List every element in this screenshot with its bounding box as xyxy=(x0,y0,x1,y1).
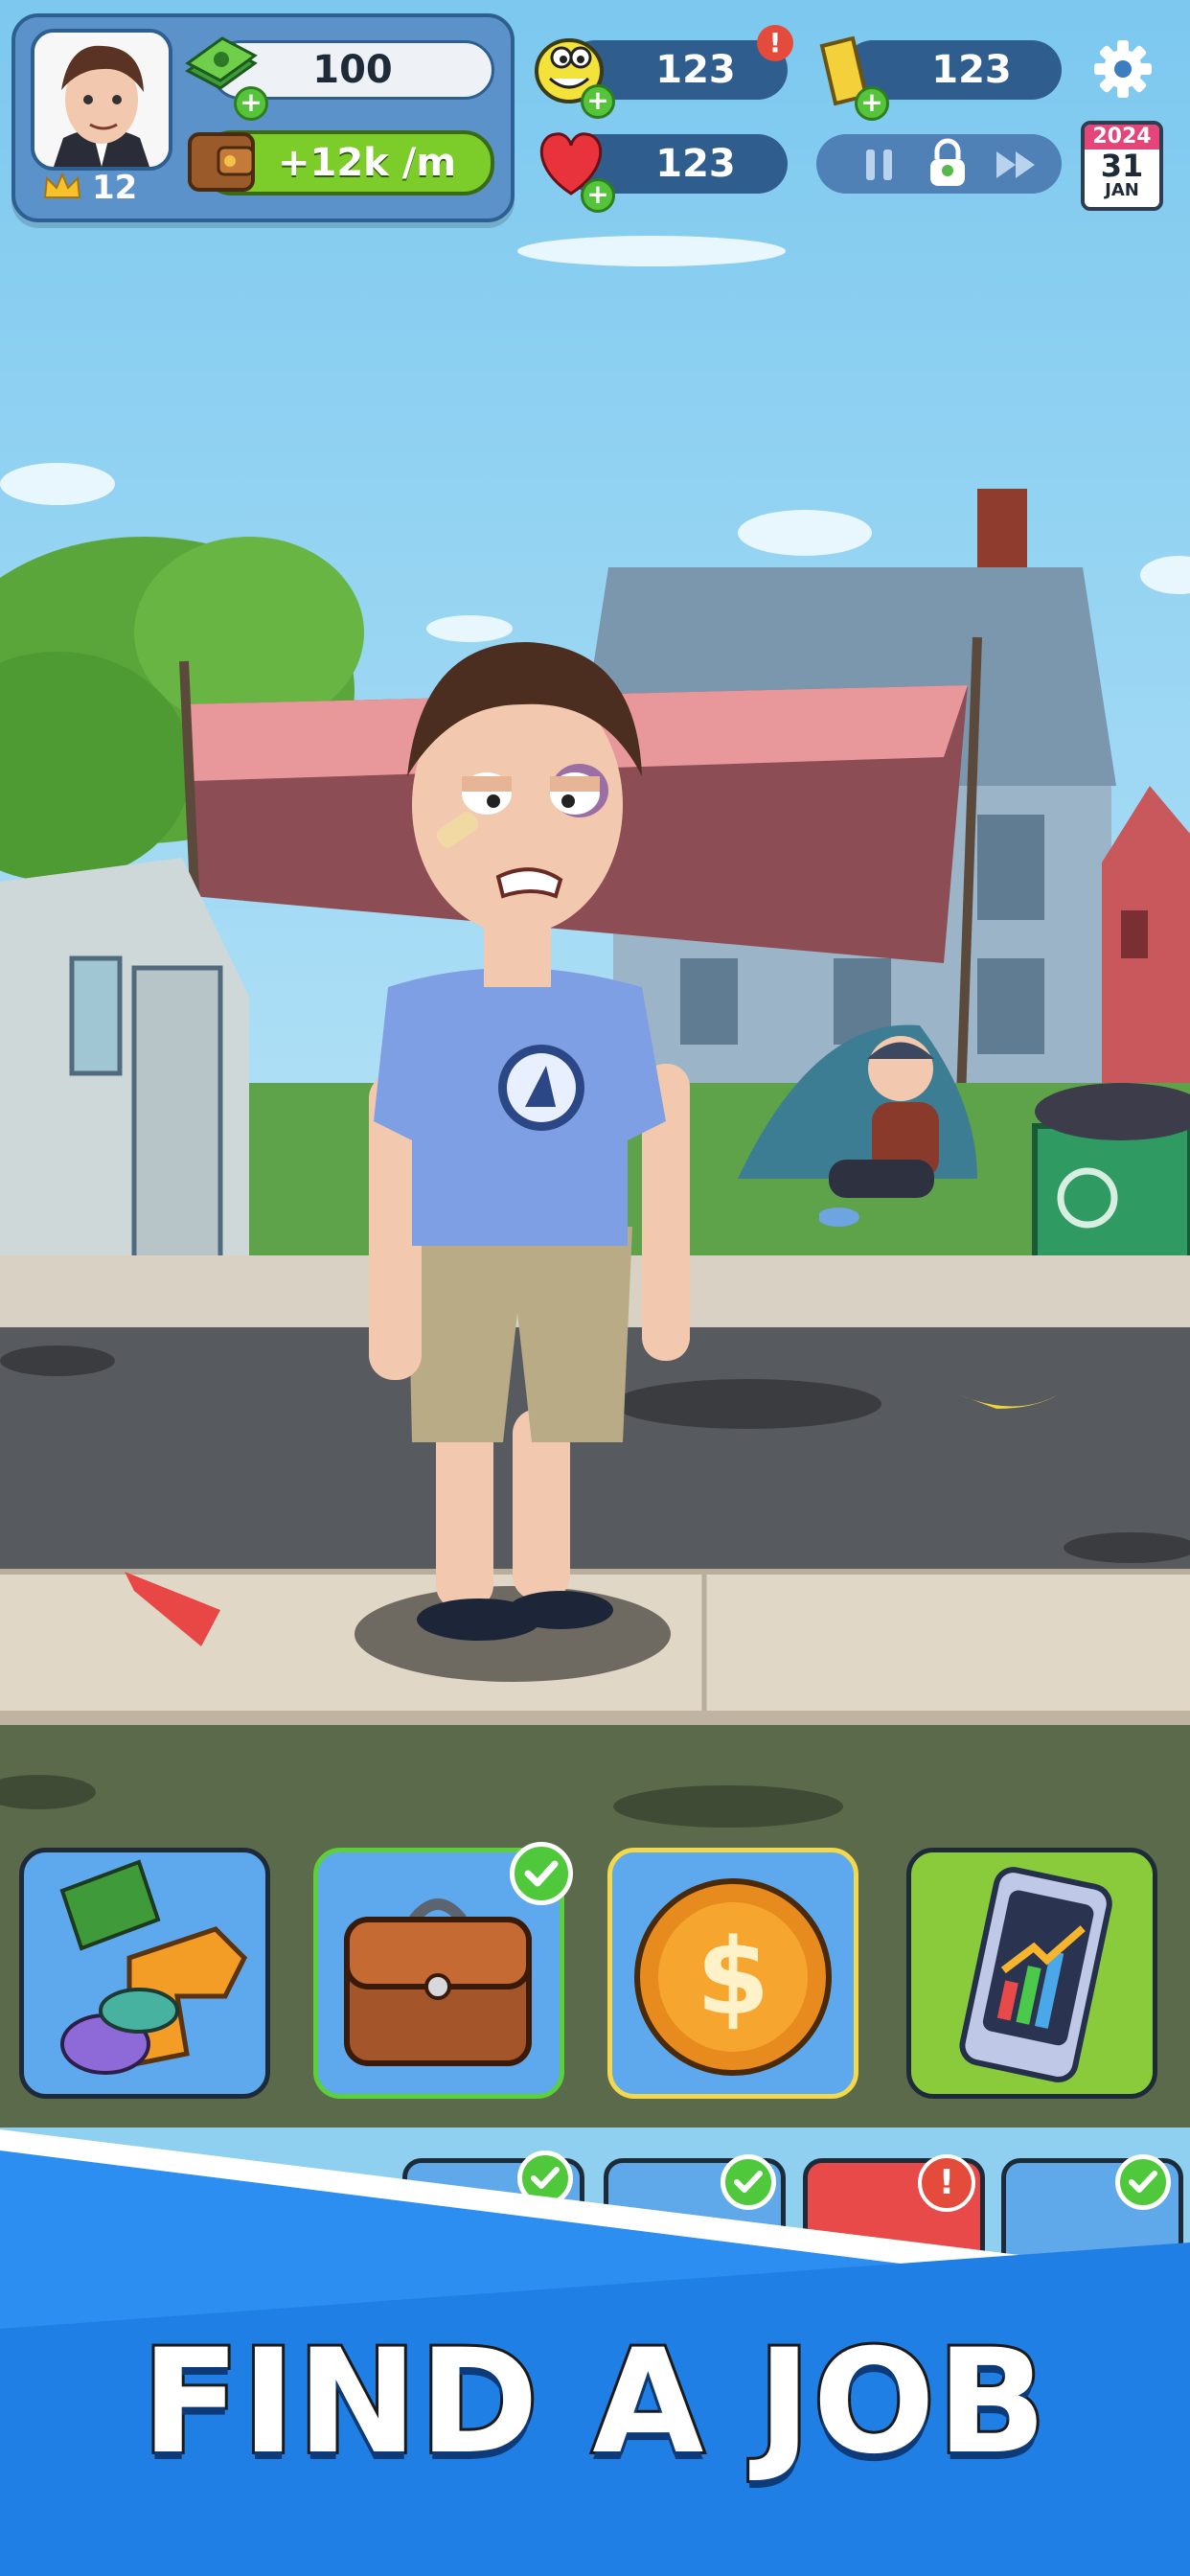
phone-chart-icon xyxy=(959,1867,1112,2082)
crown-icon xyxy=(43,172,81,199)
ticket-value: 123 xyxy=(931,48,1012,92)
settings-gear-icon[interactable] xyxy=(1092,38,1154,100)
add-health-icon[interactable]: + xyxy=(581,178,615,213)
health-value: 123 xyxy=(655,142,736,186)
svg-text:$: $ xyxy=(697,1916,770,2038)
lock-icon[interactable] xyxy=(926,136,970,190)
smile-value: 123 xyxy=(655,48,736,92)
avatar[interactable] xyxy=(31,29,172,171)
avatar-face-icon xyxy=(34,33,169,167)
shed xyxy=(0,858,249,1313)
job-tile-coin[interactable]: $ xyxy=(607,1848,858,2099)
checkmark-icon xyxy=(510,1842,573,1905)
calendar-month: JAN xyxy=(1105,180,1139,200)
calendar-year: 2024 xyxy=(1085,125,1159,150)
income-value: +12k /m xyxy=(278,141,456,185)
add-cash-icon[interactable]: + xyxy=(234,86,268,121)
cash-value: 100 xyxy=(312,48,393,92)
money-gun-chips-icon xyxy=(59,1859,248,2075)
calendar-date[interactable]: 2024 31 JAN xyxy=(1081,121,1163,211)
homeless-npc xyxy=(819,1036,939,1227)
fast-forward-icon[interactable] xyxy=(993,146,1041,184)
calendar-day: 31 xyxy=(1100,148,1144,184)
banner-title: FIND A JOB xyxy=(139,2316,1050,2489)
pause-icon[interactable] xyxy=(860,146,899,184)
dumpster xyxy=(1032,1083,1190,1287)
dollar-coin-icon: $ xyxy=(634,1878,832,2076)
add-smile-icon[interactable]: + xyxy=(581,84,615,119)
add-ticket-icon[interactable]: + xyxy=(855,86,889,121)
player-level: 12 xyxy=(92,169,138,207)
wallet-icon xyxy=(184,126,261,199)
job-tile-investing[interactable] xyxy=(906,1848,1157,2099)
player-character[interactable] xyxy=(355,623,699,1696)
alert-badge-icon: ! xyxy=(757,25,793,61)
job-tile-gambling[interactable] xyxy=(19,1848,270,2099)
